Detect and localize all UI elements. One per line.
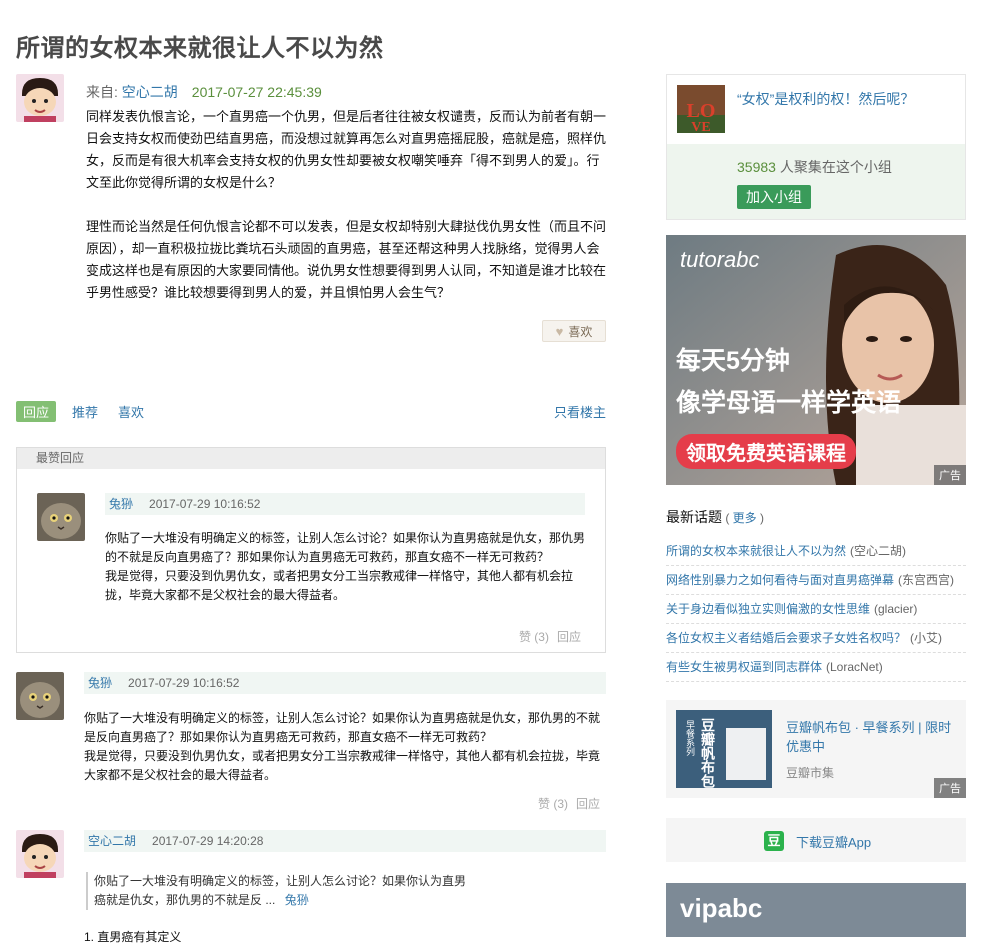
reply-meta: 兔狲 2017-07-29 10:16:52 bbox=[84, 672, 606, 694]
avatar-cartoon-icon bbox=[16, 74, 64, 122]
reply-time: 2017-07-29 14:20:28 bbox=[152, 834, 264, 848]
douban-app-icon: 豆 bbox=[764, 831, 784, 851]
reply-button[interactable]: 回应 bbox=[576, 797, 600, 811]
group-logo-icon[interactable]: LO VE bbox=[677, 85, 725, 133]
recommend-link[interactable]: 推荐 bbox=[72, 402, 98, 421]
topic-list: 所谓的女权本来就很让人不以为然 (空心二胡) 网络性别暴力之如何看待与面对直男癌弹… bbox=[666, 537, 966, 682]
like-button[interactable]: ♥ 喜欢 bbox=[542, 320, 606, 342]
best-reply-meta: 兔狲 2017-07-29 10:16:52 bbox=[105, 493, 585, 515]
topic-title[interactable]: 有些女生被男权逼到同志群体 bbox=[666, 660, 822, 674]
tote-bag-image: 早餐系列 豆瓣帆布包 bbox=[676, 710, 772, 788]
members-count: 35983 bbox=[737, 159, 776, 175]
market-ad[interactable]: 早餐系列 豆瓣帆布包 豆瓣帆布包 · 早餐系列 | 限时优惠中 豆瓣市集 广告 bbox=[666, 700, 966, 798]
heart-icon: ♥ bbox=[555, 323, 564, 339]
only-op-link[interactable]: 只看楼主 bbox=[554, 402, 606, 421]
topic-item[interactable]: 各位女权主义者结婚后会要求子女姓名权吗？ (小艾) bbox=[666, 624, 966, 653]
reply-meta: 空心二胡 2017-07-29 14:20:28 bbox=[84, 830, 606, 852]
svg-text:LO: LO bbox=[687, 100, 716, 122]
vipabc-ad[interactable]: vipabc bbox=[666, 883, 966, 937]
reply-quote: 你贴了一大堆没有明确定义的标签，让别人怎么讨论？如果你认为直男癌就是仇女，那仇男… bbox=[86, 872, 474, 910]
page-title: 所谓的女权本来就很让人不以为然 bbox=[16, 36, 384, 62]
group-title-link[interactable]: “女权”是权利的权！然后呢？ bbox=[737, 89, 914, 109]
app-download[interactable]: 豆 下载豆瓣App bbox=[666, 818, 966, 862]
latest-topics: 最新话题 ( 更多 ) 所谓的女权本来就很让人不以为然 (空心二胡) 网络性别暴力… bbox=[666, 507, 966, 682]
best-reply-user[interactable]: 兔狲 bbox=[109, 497, 133, 511]
topic-title[interactable]: 各位女权主义者结婚后会要求子女姓名权吗？ bbox=[666, 631, 906, 645]
tote-bag-sub: 早餐系列 bbox=[685, 720, 695, 756]
topic-title[interactable]: 关于身边看似独立实则偏激的女性思维 bbox=[666, 602, 870, 616]
reply-user[interactable]: 空心二胡 bbox=[88, 834, 136, 848]
reply-tab[interactable]: 回应 bbox=[16, 401, 57, 422]
group-stats-panel bbox=[667, 144, 965, 219]
ad-tag: 广告 bbox=[934, 778, 966, 798]
topic-author: (东宫西宫) bbox=[898, 573, 955, 587]
reply-avatar[interactable] bbox=[16, 830, 64, 878]
reply-text: 你贴了一大堆没有明确定义的标签，让别人怎么讨论？如果你认为直男癌就是仇女，那仇男… bbox=[84, 711, 601, 782]
ad2-brand: vipabc bbox=[680, 893, 763, 923]
post-body: 同样发表仇恨言论，一个直男癌一个仇男，但是后者往往被女权谴责，反而认为前者有朝一… bbox=[86, 109, 607, 300]
author-avatar[interactable] bbox=[16, 74, 64, 122]
vote-button[interactable]: 赞 (3) bbox=[538, 797, 568, 811]
reply-avatar[interactable] bbox=[37, 493, 85, 541]
group-members: 35983 人聚集在这个小组 bbox=[737, 157, 892, 177]
best-replies-header: 最赞回应 bbox=[17, 448, 605, 469]
join-group-button[interactable]: 加入小组 bbox=[737, 185, 811, 209]
topic-title[interactable]: 所谓的女权本来就很让人不以为然 bbox=[666, 544, 846, 558]
best-reply-ops: 赞 (3) 回应 bbox=[511, 628, 581, 645]
svg-text:VE: VE bbox=[691, 120, 710, 133]
group-card: LO VE “女权”是权利的权！然后呢？ 35983 人聚集在这个小组 加入小组 bbox=[666, 74, 966, 220]
best-reply-time: 2017-07-29 10:16:52 bbox=[149, 497, 261, 511]
more-link[interactable]: 更多 bbox=[733, 511, 757, 525]
post-author-link[interactable]: 空心二胡 bbox=[122, 84, 178, 100]
topic-item[interactable]: 关于身边看似独立实则偏激的女性思维 (glacier) bbox=[666, 595, 966, 624]
reply-avatar[interactable] bbox=[16, 672, 64, 720]
like-label: 喜欢 bbox=[568, 324, 593, 339]
latest-topics-title: 最新话题 bbox=[666, 509, 722, 525]
topic-title[interactable]: 网络性别暴力之如何看待与面对直男癌弹幕 bbox=[666, 573, 894, 587]
like-link[interactable]: 喜欢 bbox=[118, 402, 144, 421]
vote-button[interactable]: 赞 (3) bbox=[519, 630, 549, 644]
reply-user[interactable]: 兔狲 bbox=[88, 676, 112, 690]
ad-tag: 广告 bbox=[934, 465, 966, 485]
topic-item[interactable]: 有些女生被男权逼到同志群体 (LoracNet) bbox=[666, 653, 966, 682]
reply-time: 2017-07-29 10:16:52 bbox=[128, 676, 240, 690]
app-download-link[interactable]: 下载豆瓣App bbox=[796, 832, 871, 851]
quote-author-link[interactable]: 兔狲 bbox=[285, 893, 309, 907]
action-bar: 回应 推荐 喜欢 只看楼主 bbox=[16, 401, 606, 422]
avatar-cartoon-icon bbox=[16, 830, 64, 878]
ad-line1: 每天5分钟 bbox=[676, 347, 790, 375]
ad-brand: tutorabc bbox=[680, 247, 760, 272]
best-reply-text: 你贴了一大堆没有明确定义的标签，让别人怎么讨论？如果你认为直男癌就是仇女，那仇男… bbox=[105, 531, 586, 602]
topic-author: (LoracNet) bbox=[826, 660, 883, 674]
from-label: 来自: bbox=[86, 84, 122, 100]
best-replies-box: 最赞回应 兔狲 2017-07-29 10:16:52 你贴了一大堆没有明确定义的… bbox=[16, 447, 606, 653]
market-source: 豆瓣市集 bbox=[786, 766, 835, 780]
tote-bag-icon bbox=[726, 728, 766, 780]
tote-bag-label: 豆瓣帆布包 bbox=[700, 718, 716, 788]
members-suffix: 人聚集在这个小组 bbox=[775, 159, 892, 175]
topic-author: (glacier) bbox=[874, 602, 918, 616]
reply-ops: 赞 (3) 回应 bbox=[530, 795, 600, 812]
avatar-cat-icon bbox=[16, 672, 64, 720]
quote-text: 你贴了一大堆没有明确定义的标签，让别人怎么讨论？如果你认为直男癌就是仇女，那仇男… bbox=[94, 874, 467, 907]
latest-topics-header: 最新话题 ( 更多 ) bbox=[666, 509, 765, 525]
market-title-link[interactable]: 豆瓣帆布包 · 早餐系列 | 限时优惠中 bbox=[786, 718, 956, 756]
reply-button[interactable]: 回应 bbox=[557, 630, 581, 644]
topic-item[interactable]: 所谓的女权本来就很让人不以为然 (空心二胡) bbox=[666, 537, 966, 566]
ad-cta-button[interactable]: 领取免费英语课程 bbox=[676, 434, 856, 469]
avatar-cat-icon bbox=[37, 493, 85, 541]
topic-item[interactable]: 网络性别暴力之如何看待与面对直男癌弹幕 (东宫西宫) bbox=[666, 566, 966, 595]
post-time: 2017-07-27 22:45:39 bbox=[191, 84, 322, 100]
topic-author: (空心二胡) bbox=[850, 544, 907, 558]
tutorabc-ad[interactable]: tutorabc 每天5分钟 像学母语一样学英语 领取免费英语课程 广告 bbox=[666, 235, 966, 485]
topic-author: (小艾) bbox=[910, 631, 943, 645]
ad-line2: 像学母语一样学英语 bbox=[676, 389, 902, 417]
reply-text: 1. 直男癌有其定义 bbox=[84, 930, 182, 944]
post-meta: 来自: 空心二胡 2017-07-27 22:45:39 bbox=[86, 82, 322, 102]
